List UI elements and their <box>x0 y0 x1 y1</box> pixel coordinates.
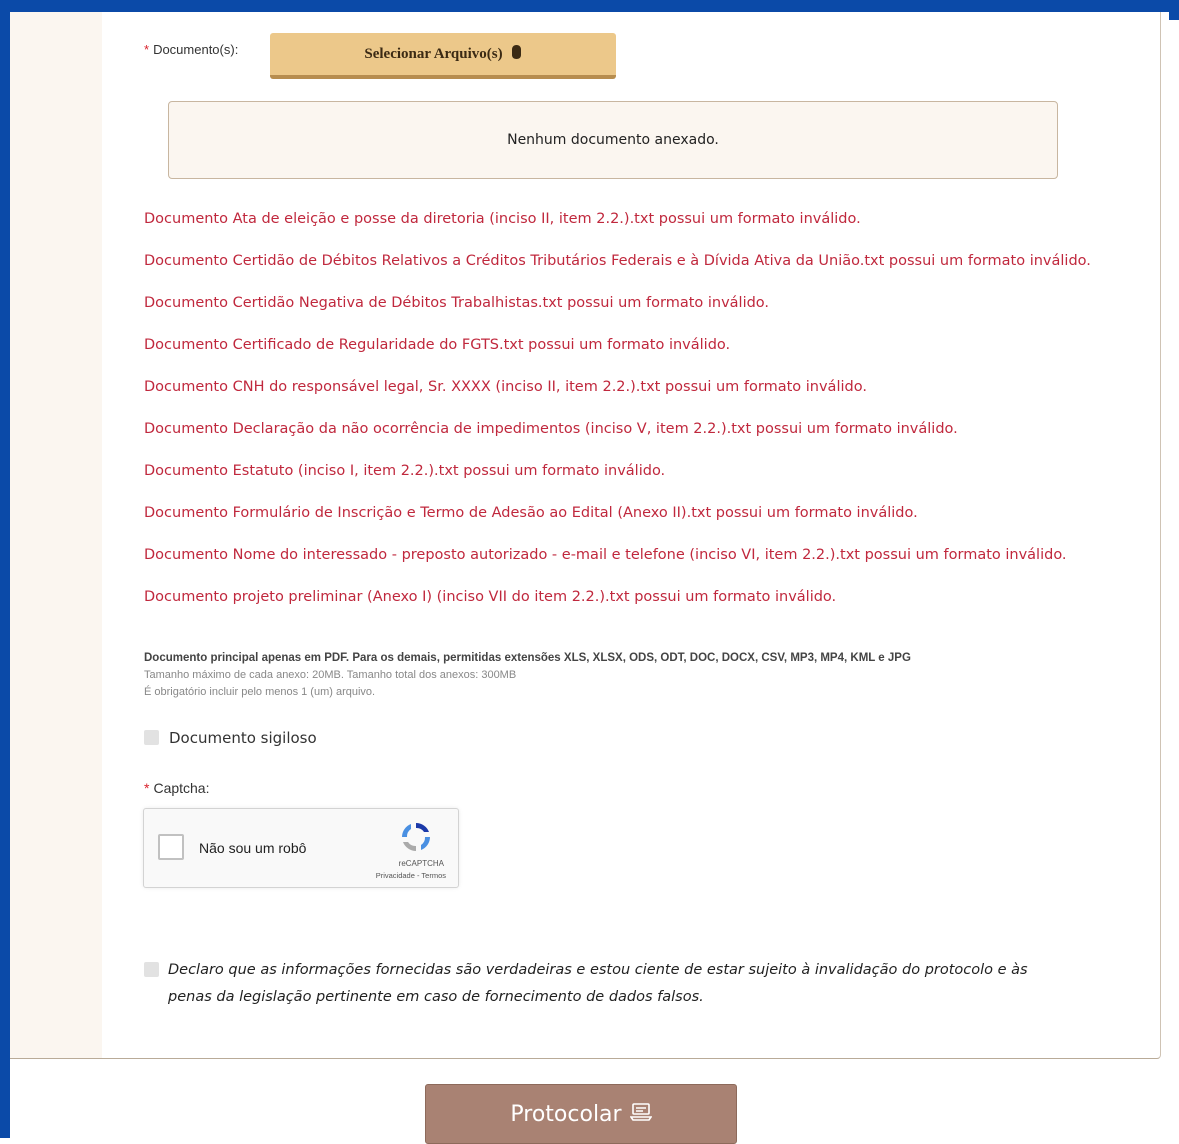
size-limits-hint: Tamanho máximo de cada anexo: 20MB. Tama… <box>144 669 517 681</box>
error-message: Documento projeto preliminar (Anexo I) (… <box>144 589 837 605</box>
allowed-formats-hint: Documento principal apenas em PDF. Para … <box>144 652 911 664</box>
select-files-label: Selecionar Arquivo(s) <box>364 45 503 62</box>
upload-hints: Documento principal apenas em PDF. Para … <box>144 650 1104 701</box>
window-frame-top <box>0 0 1179 12</box>
documents-label-text: Documento(s): <box>153 42 239 57</box>
empty-attachments-message: Nenhum documento anexado. <box>507 132 719 148</box>
attachments-list: Nenhum documento anexado. <box>168 101 1058 179</box>
recaptcha-widget: Não sou um robô reCAPTCHA Privacidade - … <box>143 808 459 888</box>
recaptcha-checkbox[interactable] <box>158 834 184 860</box>
error-message: Documento Estatuto (inciso I, item 2.2.)… <box>144 463 666 479</box>
declaration-text: Declaro que as informações fornecidas sã… <box>168 962 1028 1005</box>
confidential-label: Documento sigiloso <box>169 729 317 747</box>
captcha-label: * Captcha: <box>144 780 210 796</box>
documents-label: * Documento(s): <box>144 42 238 57</box>
recaptcha-privacy-terms-link[interactable]: Privacidade - Termos <box>376 871 446 880</box>
captcha-label-text: Captcha: <box>153 780 210 796</box>
window-frame-right <box>1169 0 1179 20</box>
recaptcha-logo-icon <box>398 819 434 855</box>
error-message: Documento Certidão Negativa de Débitos T… <box>144 295 770 311</box>
error-message: Documento Ata de eleição e posse da dire… <box>144 211 861 227</box>
error-message: Documento Formulário de Inscrição e Term… <box>144 505 918 521</box>
error-message: Documento CNH do responsável legal, Sr. … <box>144 379 867 395</box>
paperclip-icon <box>511 44 522 65</box>
error-message: Documento Nome do interessado - preposto… <box>144 547 1067 563</box>
required-mark: * <box>144 780 150 796</box>
recaptcha-brand: reCAPTCHA <box>398 859 444 868</box>
error-message: Documento Certificado de Regularidade do… <box>144 337 731 353</box>
recaptcha-checkbox-label: Não sou um robô <box>199 840 307 856</box>
required-mark: * <box>144 42 150 57</box>
confidential-checkbox[interactable] <box>144 730 159 745</box>
error-message: Documento Declaração da não ocorrência d… <box>144 421 958 437</box>
error-list: Documento Ata de eleição e posse da dire… <box>144 207 1104 627</box>
stamp-icon <box>629 1102 653 1127</box>
protocol-submit-button[interactable]: Protocolar <box>425 1084 737 1144</box>
select-files-button[interactable]: Selecionar Arquivo(s) <box>270 33 616 79</box>
required-file-hint: É obrigatório incluir pelo menos 1 (um) … <box>144 686 376 698</box>
declaration-checkbox[interactable] <box>144 962 159 977</box>
submit-label: Protocolar <box>510 1101 622 1127</box>
panel-side-strip <box>10 12 102 1058</box>
window-frame-left <box>0 0 10 1138</box>
error-message: Documento Certidão de Débitos Relativos … <box>144 253 1091 269</box>
